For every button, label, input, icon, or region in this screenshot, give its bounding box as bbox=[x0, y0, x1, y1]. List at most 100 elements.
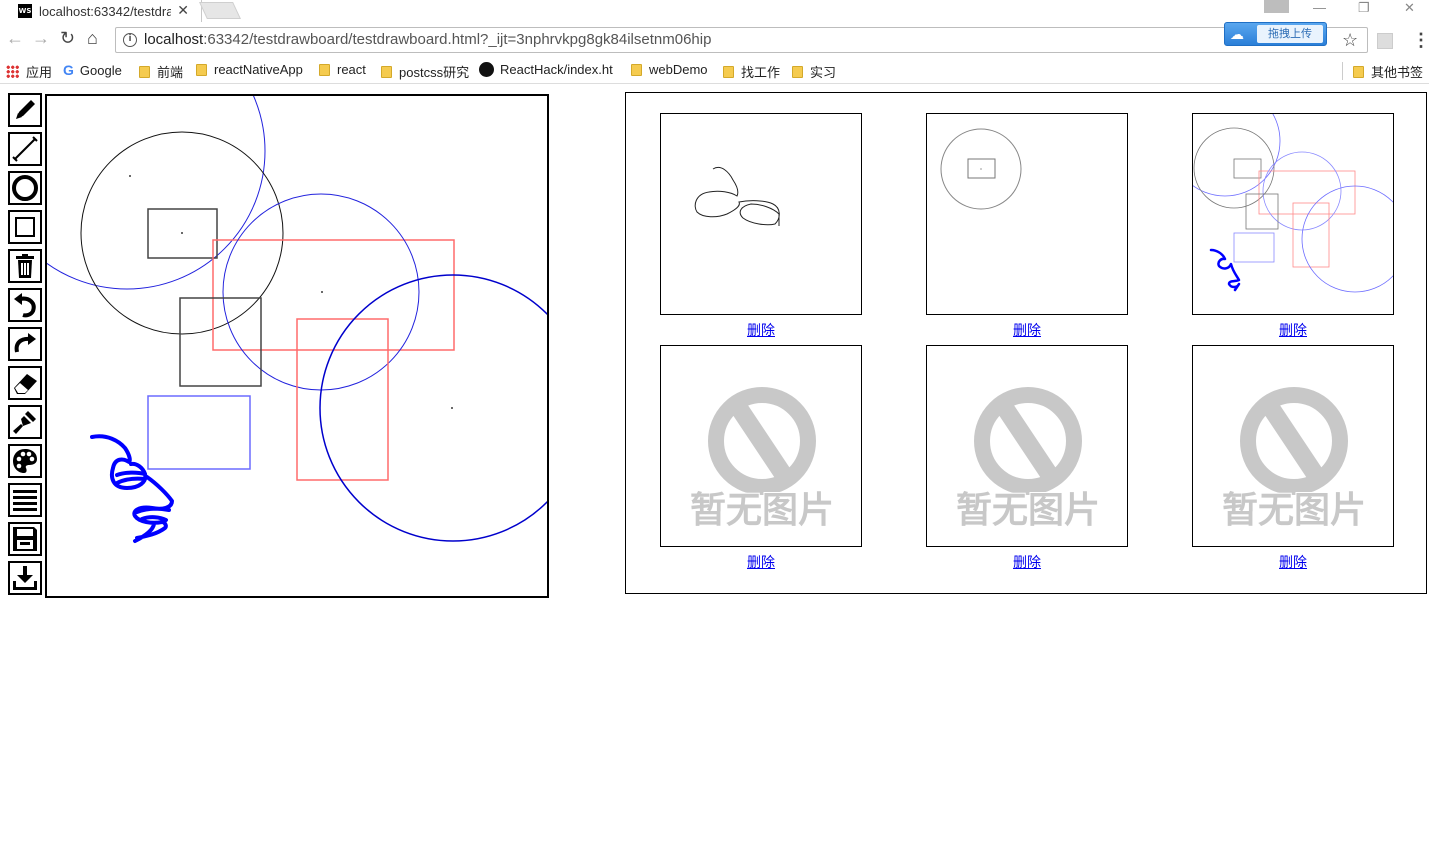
bookmark-apps[interactable]: 应用 bbox=[6, 62, 52, 81]
clear-tool-button[interactable] bbox=[8, 249, 42, 283]
download-icon bbox=[13, 566, 37, 590]
chrome-menu-icon[interactable]: ⋮ bbox=[1412, 30, 1429, 51]
folder-icon bbox=[792, 65, 803, 78]
bookmark-reactnativeapp[interactable]: reactNativeApp bbox=[196, 62, 303, 77]
browser-tab[interactable]: WS localhost:63342/testdrawboard.html ✕ bbox=[6, 0, 202, 22]
restore-icon[interactable]: ❐ bbox=[1358, 0, 1370, 16]
eraser-icon bbox=[14, 374, 37, 394]
palette-icon bbox=[13, 449, 37, 473]
delete-link[interactable]: 删除 bbox=[1192, 321, 1394, 339]
bookmark-internship[interactable]: 实习 bbox=[792, 62, 836, 81]
no-image-placeholder[interactable]: 暂无图片 bbox=[1192, 345, 1394, 547]
bookmark-webdemo[interactable]: webDemo bbox=[631, 62, 708, 77]
no-image-icon: 暂无图片 bbox=[689, 387, 835, 532]
bookmarks-bar: 应用 G Google 前端 reactNativeApp react postc… bbox=[0, 58, 1429, 84]
svg-text:暂无图片: 暂无图片 bbox=[1222, 490, 1366, 531]
no-image-icon: 暂无图片 bbox=[1221, 387, 1367, 532]
thumbnail-drawing bbox=[694, 166, 780, 226]
gallery-item: 暂无图片 删除 bbox=[660, 345, 862, 571]
bookmarks-separator bbox=[1342, 62, 1343, 80]
drawing-thumbnail[interactable] bbox=[926, 113, 1128, 315]
bookmark-frontend[interactable]: 前端 bbox=[139, 62, 183, 81]
gallery-item: 暂无图片 删除 bbox=[1192, 345, 1394, 571]
bookmark-other[interactable]: 其他书签 bbox=[1353, 62, 1423, 81]
new-tab-button[interactable] bbox=[199, 2, 241, 19]
bookmark-job[interactable]: 找工作 bbox=[723, 62, 780, 81]
bookmark-star-icon[interactable]: ☆ bbox=[1342, 30, 1358, 51]
color-tool-button[interactable] bbox=[8, 444, 42, 478]
home-icon[interactable]: ⌂ bbox=[87, 28, 98, 49]
pencil-icon bbox=[16, 100, 35, 119]
apps-grid-icon bbox=[6, 65, 19, 78]
bookmark-google[interactable]: G Google bbox=[63, 62, 122, 78]
drawing-canvas[interactable] bbox=[45, 94, 549, 598]
browser-tabstrip: WS localhost:63342/testdrawboard.html ✕ … bbox=[0, 0, 1429, 22]
undo-icon bbox=[14, 293, 36, 318]
google-icon: G bbox=[63, 62, 74, 78]
folder-icon bbox=[723, 65, 734, 78]
drawing-thumbnail[interactable] bbox=[1192, 113, 1394, 315]
folder-icon bbox=[1353, 65, 1364, 78]
folder-icon bbox=[139, 65, 150, 78]
info-icon[interactable]: i bbox=[123, 33, 137, 47]
folder-icon bbox=[631, 63, 642, 76]
gallery-item: 删除 bbox=[926, 113, 1128, 339]
profile-icon[interactable] bbox=[1264, 0, 1289, 13]
stroke-width-tool-button[interactable] bbox=[8, 483, 42, 517]
no-image-icon: 暂无图片 bbox=[955, 387, 1101, 532]
github-icon bbox=[479, 62, 494, 77]
line-tool-button[interactable] bbox=[8, 132, 42, 166]
save-tool-button[interactable] bbox=[8, 522, 42, 556]
drawing-thumbnail[interactable] bbox=[660, 113, 862, 315]
line-icon bbox=[12, 136, 38, 162]
download-tool-button[interactable] bbox=[8, 561, 42, 595]
bookmark-reacthack[interactable]: ReactHack/index.ht bbox=[479, 62, 616, 77]
undo-tool-button[interactable] bbox=[8, 288, 42, 322]
rectangle-tool-button[interactable] bbox=[8, 210, 42, 244]
extension-icon[interactable] bbox=[1377, 33, 1393, 49]
no-image-placeholder[interactable]: 暂无图片 bbox=[926, 345, 1128, 547]
tab-title: localhost:63342/testdrawboard.html bbox=[39, 3, 171, 19]
brush-tool-button[interactable] bbox=[8, 405, 42, 439]
brush-icon bbox=[13, 411, 36, 434]
upload-extension-button[interactable]: ☁ 拖拽上传 bbox=[1224, 22, 1327, 46]
redo-tool-button[interactable] bbox=[8, 327, 42, 361]
rectangle-icon bbox=[15, 217, 35, 237]
webstorm-favicon-icon: WS bbox=[18, 4, 32, 18]
circle-tool-button[interactable] bbox=[8, 171, 42, 205]
reload-icon[interactable]: ↻ bbox=[60, 28, 75, 49]
canvas-drawing bbox=[47, 96, 547, 543]
tab-close-icon[interactable]: ✕ bbox=[177, 2, 189, 19]
forward-icon[interactable]: → bbox=[32, 28, 50, 49]
minimize-icon[interactable]: — bbox=[1313, 0, 1326, 15]
svg-text:暂无图片: 暂无图片 bbox=[690, 490, 834, 531]
url-text: localhost:63342/testdrawboard/testdrawbo… bbox=[144, 31, 712, 48]
save-icon bbox=[13, 527, 37, 551]
gallery-item: 暂无图片 删除 bbox=[926, 345, 1128, 571]
back-icon[interactable]: ← bbox=[6, 28, 24, 49]
gallery-item: 删除 bbox=[1192, 113, 1394, 339]
circle-icon bbox=[12, 175, 38, 201]
folder-icon bbox=[196, 63, 207, 76]
bookmark-postcss[interactable]: postcss研究 bbox=[381, 62, 469, 81]
saved-drawings-gallery: 删除 删除 删除 暂无图片 删除 暂无图片 删除 暂无图片 删除 bbox=[625, 92, 1427, 594]
drawing-toolbar bbox=[8, 93, 42, 600]
thumbnail-drawing bbox=[1193, 114, 1393, 293]
delete-link[interactable]: 删除 bbox=[660, 321, 862, 339]
baidu-cloud-icon: ☁ bbox=[1230, 26, 1244, 42]
delete-link[interactable]: 删除 bbox=[1192, 553, 1394, 571]
no-image-placeholder[interactable]: 暂无图片 bbox=[660, 345, 862, 547]
pencil-tool-button[interactable] bbox=[8, 93, 42, 127]
close-window-icon[interactable]: ✕ bbox=[1404, 0, 1415, 16]
redo-icon bbox=[14, 333, 36, 353]
folder-icon bbox=[319, 63, 330, 76]
trash-icon bbox=[16, 254, 34, 278]
delete-link[interactable]: 删除 bbox=[660, 553, 862, 571]
svg-text:暂无图片: 暂无图片 bbox=[956, 490, 1100, 531]
delete-link[interactable]: 删除 bbox=[926, 553, 1128, 571]
bookmark-react[interactable]: react bbox=[319, 62, 366, 77]
thumbnail-drawing bbox=[940, 128, 1022, 210]
delete-link[interactable]: 删除 bbox=[926, 321, 1128, 339]
eraser-tool-button[interactable] bbox=[8, 366, 42, 400]
address-bar[interactable]: i localhost:63342/testdrawboard/testdraw… bbox=[115, 27, 1368, 53]
